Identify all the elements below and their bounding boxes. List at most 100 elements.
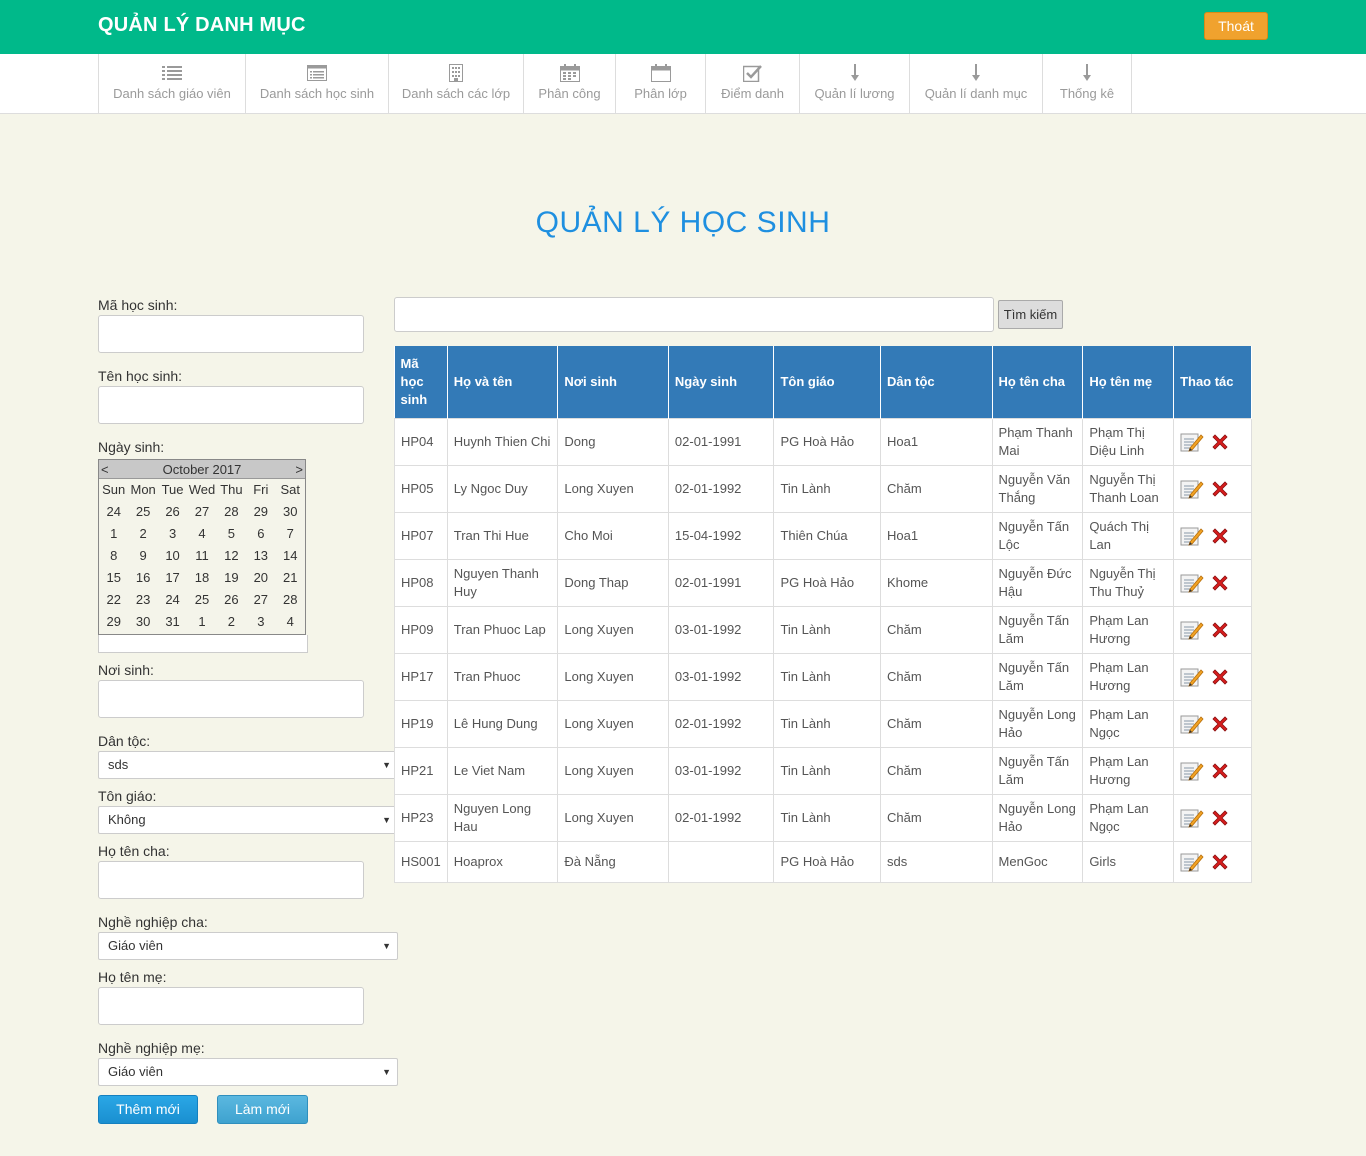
- calendar-day[interactable]: 9: [128, 545, 157, 567]
- calendar-day[interactable]: 26: [158, 501, 187, 523]
- edit-icon[interactable]: [1180, 572, 1204, 594]
- father-job-value: Giáo viên: [108, 938, 163, 953]
- edit-icon[interactable]: [1180, 713, 1204, 735]
- edit-icon[interactable]: [1180, 431, 1204, 453]
- nav-class-list[interactable]: Danh sách các lớp: [389, 54, 524, 114]
- religion-select[interactable]: Không ▼: [98, 806, 398, 834]
- calendar-day[interactable]: 27: [246, 589, 275, 611]
- student-id-input[interactable]: [98, 315, 364, 353]
- table-cell: HP17: [394, 652, 448, 701]
- calendar-day[interactable]: 18: [187, 567, 216, 589]
- student-name-input[interactable]: [98, 386, 364, 424]
- calendar-day[interactable]: 29: [99, 611, 128, 633]
- add-button[interactable]: Thêm mới: [98, 1095, 198, 1124]
- calendar-day[interactable]: 28: [276, 589, 305, 611]
- calendar-day[interactable]: 16: [128, 567, 157, 589]
- nav-category[interactable]: Quản lí danh mục: [910, 54, 1043, 114]
- edit-icon[interactable]: [1180, 666, 1204, 688]
- delete-icon[interactable]: [1210, 667, 1230, 687]
- calendar-day[interactable]: 6: [246, 523, 275, 545]
- delete-icon[interactable]: [1210, 808, 1230, 828]
- edit-icon[interactable]: [1180, 478, 1204, 500]
- calendar-day[interactable]: 24: [158, 589, 187, 611]
- calendar-day[interactable]: 1: [99, 523, 128, 545]
- reset-button[interactable]: Làm mới: [217, 1095, 308, 1124]
- calendar-day[interactable]: 4: [276, 611, 305, 633]
- nav-assignment[interactable]: Phân công: [524, 54, 616, 114]
- nav-student-list[interactable]: Danh sách học sinh: [246, 54, 389, 114]
- nav-label: Quản lí danh mục: [924, 86, 1028, 101]
- calendar-day[interactable]: 28: [217, 501, 246, 523]
- nav-class-division[interactable]: Phân lớp: [616, 54, 706, 114]
- dropdown-caret-icon: ▼: [382, 1067, 391, 1077]
- delete-icon[interactable]: [1210, 620, 1230, 640]
- edit-icon[interactable]: [1180, 760, 1204, 782]
- calendar-day[interactable]: 4: [187, 523, 216, 545]
- delete-icon[interactable]: [1210, 573, 1230, 593]
- delete-icon[interactable]: [1210, 526, 1230, 546]
- logout-button[interactable]: Thoát: [1204, 12, 1268, 40]
- nav-salary[interactable]: Quản lí lương: [800, 54, 910, 114]
- calendar-next-button[interactable]: >: [295, 460, 303, 479]
- calendar-day[interactable]: 31: [158, 611, 187, 633]
- calendar-day[interactable]: 20: [246, 567, 275, 589]
- calendar-day[interactable]: 29: [246, 501, 275, 523]
- calendar-day[interactable]: 14: [276, 545, 305, 567]
- edit-icon[interactable]: [1180, 807, 1204, 829]
- birthplace-input[interactable]: [98, 680, 364, 718]
- search-input[interactable]: [394, 297, 994, 332]
- edit-icon[interactable]: [1180, 619, 1204, 641]
- delete-icon[interactable]: [1210, 714, 1230, 734]
- calendar-day[interactable]: 19: [217, 567, 246, 589]
- calendar-day[interactable]: 21: [276, 567, 305, 589]
- calendar-day[interactable]: 25: [187, 589, 216, 611]
- calendar-day[interactable]: 23: [128, 589, 157, 611]
- calendar-day[interactable]: 22: [99, 589, 128, 611]
- calendar-day[interactable]: 5: [217, 523, 246, 545]
- calendar-day[interactable]: 12: [217, 545, 246, 567]
- edit-icon[interactable]: [1180, 851, 1204, 873]
- calendar-day[interactable]: 30: [276, 501, 305, 523]
- calendar-day[interactable]: 2: [128, 523, 157, 545]
- calendar-day[interactable]: 3: [246, 611, 275, 633]
- calendar-day[interactable]: 2: [217, 611, 246, 633]
- table-cell: Nguyễn Tấn Lăm: [991, 652, 1084, 701]
- calendar-day[interactable]: 15: [99, 567, 128, 589]
- calendar-day[interactable]: 7: [276, 523, 305, 545]
- father-job-select[interactable]: Giáo viên ▼: [98, 932, 398, 960]
- calendar-day[interactable]: 3: [158, 523, 187, 545]
- mother-name-input[interactable]: [98, 987, 364, 1025]
- delete-icon[interactable]: [1210, 432, 1230, 452]
- nav-attendance[interactable]: Điểm danh: [706, 54, 800, 114]
- nav-teacher-list[interactable]: Danh sách giáo viên: [99, 54, 246, 114]
- calendar-day[interactable]: 8: [99, 545, 128, 567]
- calendar-day[interactable]: 24: [99, 501, 128, 523]
- calendar-day[interactable]: 17: [158, 567, 187, 589]
- search-button[interactable]: Tìm kiếm: [998, 300, 1063, 329]
- delete-icon[interactable]: [1210, 761, 1230, 781]
- table-cell: Chăm: [879, 746, 993, 795]
- calendar-day[interactable]: 27: [187, 501, 216, 523]
- calendar-prev-button[interactable]: <: [101, 460, 109, 479]
- calendar-day[interactable]: 26: [217, 589, 246, 611]
- father-name-input[interactable]: [98, 861, 364, 899]
- table-cell: Phạm Lan Ngọc: [1082, 699, 1175, 748]
- table-cell: Tin Lành: [773, 605, 881, 654]
- calendar-day[interactable]: 11: [187, 545, 216, 567]
- table-cell: Tin Lành: [773, 464, 881, 513]
- mother-job-select[interactable]: Giáo viên ▼: [98, 1058, 398, 1086]
- calendar-week: 8 9 10 11 12 13 14: [99, 545, 305, 567]
- nav-statistics[interactable]: Thống kê: [1043, 54, 1132, 114]
- date-picker: < October 2017 > Sun Mon Tue Wed Thu Fri Sat 2…: [98, 459, 306, 635]
- calendar-day[interactable]: 25: [128, 501, 157, 523]
- delete-icon[interactable]: [1210, 479, 1230, 499]
- ethnicity-select[interactable]: sds ▼: [98, 751, 398, 779]
- calendar-day[interactable]: 10: [158, 545, 187, 567]
- calendar-day[interactable]: 13: [246, 545, 275, 567]
- birthdate-input[interactable]: [98, 635, 308, 653]
- calendar-day[interactable]: 30: [128, 611, 157, 633]
- calendar-day[interactable]: 1: [187, 611, 216, 633]
- edit-icon[interactable]: [1180, 525, 1204, 547]
- table-body: HP04 Huynh Thien Chi Dong 02-01-1991 PG Hoà …: [394, 417, 1252, 883]
- delete-icon[interactable]: [1210, 852, 1230, 872]
